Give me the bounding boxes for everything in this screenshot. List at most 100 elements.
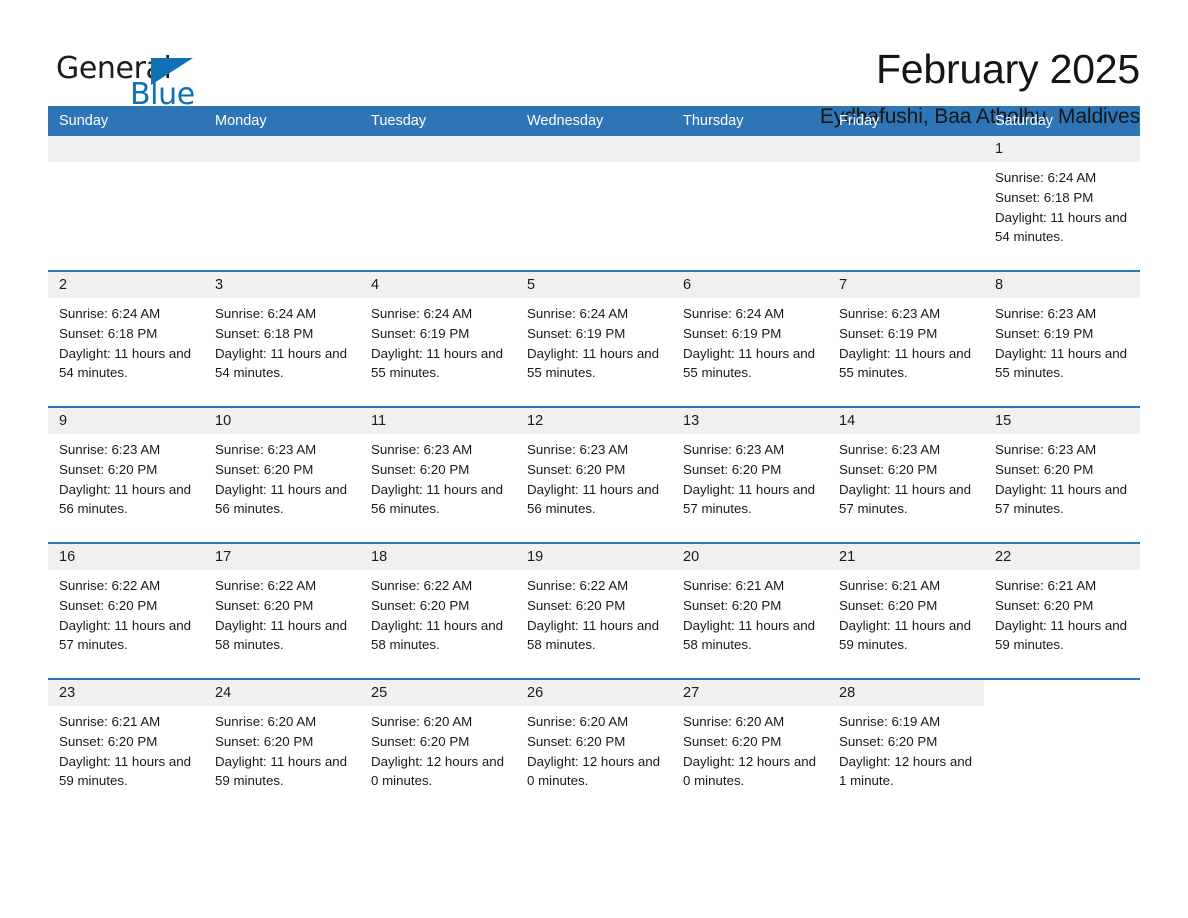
calendar-day-cell[interactable]: 18 Sunrise: 6:22 AM Sunset: 6:20 PM Dayligh… (360, 544, 516, 670)
calendar-day-cell-empty (828, 136, 984, 262)
sunset-text: Sunset: 6:20 PM (59, 461, 158, 477)
calendar-day-cell[interactable]: 10 Sunrise: 6:23 AM Sunset: 6:20 PM Dayligh… (204, 408, 360, 534)
daylight-text: Daylight: 11 hours and 54 minutes. (59, 345, 192, 381)
day-details: Sunrise: 6:20 AM Sunset: 6:20 PM Daylight:… (360, 706, 516, 791)
sunset-text: Sunset: 6:19 PM (683, 325, 782, 341)
day-number: 24 (204, 680, 360, 706)
day-number: 27 (672, 680, 828, 706)
daylight-text: Daylight: 11 hours and 54 minutes. (995, 209, 1128, 245)
calendar-day-cell[interactable]: 16 Sunrise: 6:22 AM Sunset: 6:20 PM Dayligh… (48, 544, 204, 670)
daylight-text: Daylight: 12 hours and 0 minutes. (527, 753, 661, 789)
sunset-text: Sunset: 6:20 PM (839, 597, 938, 613)
day-details: Sunrise: 6:23 AM Sunset: 6:20 PM Daylight:… (984, 434, 1140, 519)
sunrise-text: Sunrise: 6:22 AM (371, 578, 473, 593)
calendar-day-cell[interactable]: 14 Sunrise: 6:23 AM Sunset: 6:20 PM Dayligh… (828, 408, 984, 534)
sunrise-text: Sunrise: 6:23 AM (215, 442, 317, 457)
sunset-text: Sunset: 6:20 PM (527, 597, 626, 613)
day-details: Sunrise: 6:24 AM Sunset: 6:18 PM Daylight:… (984, 162, 1140, 247)
calendar-day-cell[interactable]: 6 Sunrise: 6:24 AM Sunset: 6:19 PM Daylight… (672, 272, 828, 398)
calendar-day-cell[interactable]: 9 Sunrise: 6:23 AM Sunset: 6:20 PM Daylight… (48, 408, 204, 534)
sunrise-text: Sunrise: 6:24 AM (995, 170, 1097, 185)
calendar-day-cell[interactable]: 2 Sunrise: 6:24 AM Sunset: 6:18 PM Daylight… (48, 272, 204, 398)
weekday-header-friday: Friday (839, 113, 880, 129)
sunset-text: Sunset: 6:19 PM (527, 325, 626, 341)
sunrise-text: Sunrise: 6:22 AM (59, 578, 161, 593)
day-details: Sunrise: 6:23 AM Sunset: 6:20 PM Daylight:… (360, 434, 516, 519)
day-number (672, 136, 828, 162)
calendar-day-cell[interactable]: 3 Sunrise: 6:24 AM Sunset: 6:18 PM Daylight… (204, 272, 360, 398)
sunset-text: Sunset: 6:20 PM (683, 733, 782, 749)
calendar-day-cell[interactable]: 19 Sunrise: 6:22 AM Sunset: 6:20 PM Dayligh… (516, 544, 672, 670)
day-details: Sunrise: 6:23 AM Sunset: 6:20 PM Daylight:… (828, 434, 984, 519)
sunrise-text: Sunrise: 6:21 AM (683, 578, 785, 593)
sunset-text: Sunset: 6:20 PM (59, 733, 158, 749)
calendar-day-cell-empty (360, 136, 516, 262)
daylight-text: Daylight: 12 hours and 0 minutes. (683, 753, 817, 789)
sunset-text: Sunset: 6:20 PM (683, 597, 782, 613)
daylight-text: Daylight: 11 hours and 57 minutes. (995, 481, 1128, 517)
calendar-day-cell[interactable]: 1 Sunrise: 6:24 AM Sunset: 6:18 PM Daylight… (984, 136, 1140, 262)
calendar-day-cell[interactable]: 7 Sunrise: 6:23 AM Sunset: 6:19 PM Daylight… (828, 272, 984, 398)
calendar-day-cell[interactable]: 13 Sunrise: 6:23 AM Sunset: 6:20 PM Dayligh… (672, 408, 828, 534)
calendar-weeks: 1 Sunrise: 6:24 AM Sunset: 6:18 PM Daylight… (48, 136, 1140, 806)
sunrise-text: Sunrise: 6:20 AM (683, 714, 785, 729)
daylight-text: Daylight: 11 hours and 57 minutes. (59, 617, 192, 653)
calendar-day-cell[interactable]: 25 Sunrise: 6:20 AM Sunset: 6:20 PM Dayligh… (360, 680, 516, 806)
day-details: Sunrise: 6:22 AM Sunset: 6:20 PM Daylight:… (204, 570, 360, 655)
day-number: 15 (984, 408, 1140, 434)
calendar-day-cell[interactable]: 4 Sunrise: 6:24 AM Sunset: 6:19 PM Daylight… (360, 272, 516, 398)
weekday-header-saturday: Saturday (995, 113, 1054, 129)
day-number: 26 (516, 680, 672, 706)
calendar-day-cell[interactable]: 20 Sunrise: 6:21 AM Sunset: 6:20 PM Dayligh… (672, 544, 828, 670)
day-details: Sunrise: 6:24 AM Sunset: 6:18 PM Daylight:… (204, 298, 360, 383)
calendar-day-cell[interactable]: 17 Sunrise: 6:22 AM Sunset: 6:20 PM Dayligh… (204, 544, 360, 670)
calendar-day-cell[interactable]: 28 Sunrise: 6:19 AM Sunset: 6:20 PM Dayligh… (828, 680, 984, 806)
daylight-text: Daylight: 11 hours and 56 minutes. (527, 481, 660, 517)
day-number: 16 (48, 544, 204, 570)
weekday-header-row: Sunday Monday Tuesday Wednesday Thursday Frid… (48, 106, 1140, 136)
daylight-text: Daylight: 11 hours and 56 minutes. (59, 481, 192, 517)
sunrise-text: Sunrise: 6:21 AM (839, 578, 941, 593)
sunrise-text: Sunrise: 6:23 AM (995, 306, 1097, 321)
sunset-text: Sunset: 6:20 PM (371, 597, 470, 613)
calendar-day-cell[interactable]: 12 Sunrise: 6:23 AM Sunset: 6:20 PM Dayligh… (516, 408, 672, 534)
day-number: 20 (672, 544, 828, 570)
day-number: 11 (360, 408, 516, 434)
calendar-week-row: 1 Sunrise: 6:24 AM Sunset: 6:18 PM Daylight… (48, 136, 1140, 262)
calendar-day-cell[interactable]: 23 Sunrise: 6:21 AM Sunset: 6:20 PM Dayligh… (48, 680, 204, 806)
sunset-text: Sunset: 6:20 PM (839, 733, 938, 749)
calendar-day-cell[interactable]: 5 Sunrise: 6:24 AM Sunset: 6:19 PM Daylight… (516, 272, 672, 398)
calendar-day-cell[interactable]: 8 Sunrise: 6:23 AM Sunset: 6:19 PM Daylight… (984, 272, 1140, 398)
daylight-text: Daylight: 11 hours and 55 minutes. (839, 345, 972, 381)
generalblue-logo[interactable]: General Blue (48, 46, 208, 112)
day-number: 25 (360, 680, 516, 706)
calendar-day-cell[interactable]: 15 Sunrise: 6:23 AM Sunset: 6:20 PM Dayligh… (984, 408, 1140, 534)
day-details: Sunrise: 6:19 AM Sunset: 6:20 PM Daylight:… (828, 706, 984, 791)
sunrise-text: Sunrise: 6:23 AM (839, 306, 941, 321)
day-number: 21 (828, 544, 984, 570)
day-number (360, 136, 516, 162)
calendar-day-cell[interactable]: 21 Sunrise: 6:21 AM Sunset: 6:20 PM Dayligh… (828, 544, 984, 670)
calendar-day-cell[interactable]: 22 Sunrise: 6:21 AM Sunset: 6:20 PM Dayligh… (984, 544, 1140, 670)
day-number: 12 (516, 408, 672, 434)
daylight-text: Daylight: 11 hours and 55 minutes. (527, 345, 660, 381)
daylight-text: Daylight: 11 hours and 56 minutes. (215, 481, 348, 517)
sunset-text: Sunset: 6:18 PM (215, 325, 314, 341)
sunset-text: Sunset: 6:19 PM (995, 325, 1094, 341)
sunrise-text: Sunrise: 6:21 AM (59, 714, 161, 729)
sunset-text: Sunset: 6:20 PM (995, 597, 1094, 613)
sunrise-text: Sunrise: 6:23 AM (59, 442, 161, 457)
calendar-day-cell[interactable]: 27 Sunrise: 6:20 AM Sunset: 6:20 PM Dayligh… (672, 680, 828, 806)
calendar-day-cell[interactable]: 24 Sunrise: 6:20 AM Sunset: 6:20 PM Dayligh… (204, 680, 360, 806)
day-details: Sunrise: 6:20 AM Sunset: 6:20 PM Daylight:… (516, 706, 672, 791)
sunrise-text: Sunrise: 6:20 AM (215, 714, 317, 729)
sunrise-text: Sunrise: 6:23 AM (527, 442, 629, 457)
daylight-text: Daylight: 11 hours and 57 minutes. (683, 481, 816, 517)
day-number: 1 (984, 136, 1140, 162)
sunset-text: Sunset: 6:19 PM (371, 325, 470, 341)
calendar-day-cell-empty (204, 136, 360, 262)
daylight-text: Daylight: 11 hours and 56 minutes. (371, 481, 504, 517)
calendar-day-cell[interactable]: 26 Sunrise: 6:20 AM Sunset: 6:20 PM Dayligh… (516, 680, 672, 806)
calendar-day-cell[interactable]: 11 Sunrise: 6:23 AM Sunset: 6:20 PM Dayligh… (360, 408, 516, 534)
daylight-text: Daylight: 11 hours and 58 minutes. (527, 617, 660, 653)
